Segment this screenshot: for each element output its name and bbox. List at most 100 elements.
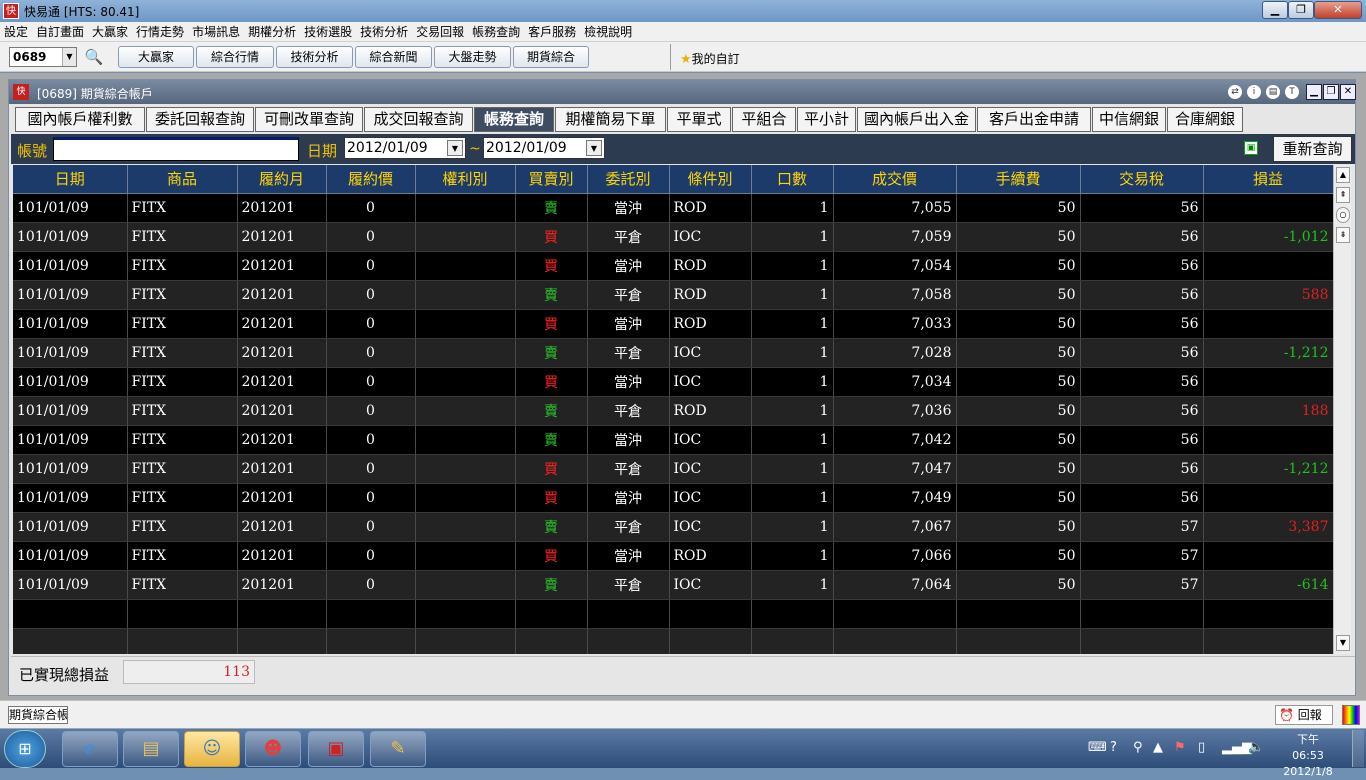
column-header[interactable]: 買賣別 <box>515 165 588 194</box>
restore-button[interactable]: ❐ <box>1288 1 1314 19</box>
tab-0[interactable]: 國內帳戶權利數 <box>15 107 145 132</box>
menu-item[interactable]: 檢視說明 <box>580 22 636 42</box>
text-icon[interactable]: T <box>1285 85 1299 99</box>
system-clock[interactable]: 下午 06:53 2012/1/8 <box>1280 732 1336 780</box>
menu-item[interactable]: 客戶服務 <box>524 22 580 42</box>
toolbar-button[interactable]: 綜合行情 <box>196 46 274 68</box>
tab-5[interactable]: 期權簡易下單 <box>555 107 666 132</box>
window-restore-button[interactable]: ❐ <box>1323 84 1339 100</box>
chevron-down-icon[interactable]: ▼ <box>447 140 463 156</box>
report-button[interactable]: ⏰ 回報 <box>1275 705 1333 725</box>
table-row[interactable]: 101/01/09 FITX 201201 0 賣平倉 IOC 1 7,067 50 57 3,38… <box>13 512 1333 542</box>
paint-taskbar-icon[interactable]: ✎ <box>370 731 426 767</box>
column-header[interactable]: 權利別 <box>415 165 516 194</box>
column-header[interactable]: 口數 <box>751 165 834 194</box>
column-header[interactable]: 交易稅 <box>1080 165 1204 194</box>
requery-button[interactable]: 重新查詢 <box>1273 136 1352 162</box>
vertical-scrollbar[interactable]: ▲ ⇞ ○ ⇟ ▼ <box>1333 165 1351 654</box>
column-header[interactable]: 履約價 <box>326 165 416 194</box>
scroll-up-icon[interactable]: ▲ <box>1336 167 1350 183</box>
show-desktop-button[interactable] <box>1352 730 1364 767</box>
table-row[interactable]: 101/01/09 FITX 201201 0 買當沖 ROD 1 7,054 50 56 <box>13 251 1333 281</box>
window-switch-tab[interactable]: 期貨綜合帳戶 <box>8 706 68 724</box>
help-icon[interactable]: ? <box>1110 740 1117 755</box>
table-row[interactable]: 101/01/09 FITX 201201 0 賣平倉 ROD 1 7,058 50 56 588 <box>13 280 1333 310</box>
table-row[interactable]: 101/01/09 FITX 201201 0 買平倉 IOC 1 7,059 50 56 -1,0… <box>13 222 1333 252</box>
tab-7[interactable]: 平組合 <box>732 107 796 132</box>
tab-6[interactable]: 平單式 <box>667 107 731 132</box>
language-icon[interactable]: ⚲ <box>1133 740 1143 755</box>
search-icon[interactable]: 🔍 <box>84 47 104 67</box>
toolbar-button[interactable]: 綜合新聞 <box>355 46 432 68</box>
menu-item[interactable]: 交易回報 <box>412 22 468 42</box>
tab-11[interactable]: 中信網銀 <box>1092 107 1166 132</box>
link-icon[interactable]: ⇄ <box>1228 85 1242 99</box>
scroll-page-down-icon[interactable]: ⇟ <box>1336 227 1350 243</box>
favorites-link[interactable]: ★我的自訂 <box>680 50 740 67</box>
chevron-down-icon[interactable]: ▼ <box>62 48 76 66</box>
menu-item[interactable]: 市場訊息 <box>188 22 244 42</box>
menu-item[interactable]: 帳務查詢 <box>468 22 524 42</box>
table-row[interactable]: 101/01/09 FITX 201201 0 買當沖 IOC 1 7,034 50 56 <box>13 367 1333 397</box>
column-header[interactable]: 條件別 <box>669 165 752 194</box>
close-button[interactable]: ✕ <box>1314 1 1362 19</box>
toolbar-button[interactable]: 大贏家 <box>118 46 194 68</box>
menu-item[interactable]: 自訂畫面 <box>32 22 88 42</box>
menu-item[interactable]: 設定 <box>0 22 32 42</box>
table-row[interactable] <box>13 599 1333 629</box>
table-row[interactable] <box>13 628 1333 654</box>
menu-item[interactable]: 技術選股 <box>300 22 356 42</box>
tab-3[interactable]: 成交回報查詢 <box>364 107 473 132</box>
scroll-down-icon[interactable]: ▼ <box>1336 635 1350 651</box>
tab-10[interactable]: 客戶出金申請 <box>977 107 1091 132</box>
column-header[interactable]: 履約月 <box>237 165 327 194</box>
column-header[interactable]: 日期 <box>13 165 128 194</box>
toolbar-button[interactable]: 期貨綜合 <box>513 46 589 68</box>
menu-item[interactable]: 大贏家 <box>88 22 132 42</box>
tab-8[interactable]: 平小計 <box>797 107 856 132</box>
table-row[interactable]: 101/01/09 FITX 201201 0 買當沖 ROD 1 7,066 50 57 <box>13 541 1333 571</box>
table-row[interactable]: 101/01/09 FITX 201201 0 賣當沖 IOC 1 7,042 50 56 <box>13 425 1333 455</box>
start-button[interactable]: ⊞ <box>4 730 46 768</box>
column-header[interactable]: 手續費 <box>956 165 1081 194</box>
menu-item[interactable]: 期權分析 <box>244 22 300 42</box>
column-header[interactable]: 委託別 <box>587 165 670 194</box>
table-row[interactable]: 101/01/09 FITX 201201 0 買當沖 IOC 1 7,049 50 56 <box>13 483 1333 513</box>
column-header[interactable]: 成交價 <box>833 165 957 194</box>
keyboard-icon[interactable]: ⌨ <box>1088 740 1107 755</box>
account-input[interactable] <box>53 137 299 161</box>
info-icon[interactable]: i <box>1247 85 1261 99</box>
table-row[interactable]: 101/01/09 FITX 201201 0 買平倉 IOC 1 7,047 50 56 -1,2… <box>13 454 1333 484</box>
window-close-button[interactable]: ✕ <box>1340 84 1356 100</box>
flag-icon[interactable]: ⚑ <box>1174 740 1186 755</box>
table-row[interactable]: 101/01/09 FITX 201201 0 賣平倉 IOC 1 7,064 50 57 -614 <box>13 570 1333 600</box>
chevron-down-icon[interactable]: ▼ <box>586 140 602 156</box>
stock-code-combo[interactable]: 0689 ▼ <box>9 47 77 67</box>
explorer-taskbar-icon[interactable]: ▤ <box>123 731 179 767</box>
print-icon[interactable]: ▤ <box>1266 85 1280 99</box>
game-taskbar-icon[interactable]: ☻ <box>245 731 301 767</box>
color-palette-icon[interactable] <box>1342 705 1360 725</box>
tab-9[interactable]: 國內帳戶出入金 <box>857 107 976 132</box>
window-minimize-button[interactable]: ▁ <box>1306 84 1322 100</box>
column-header[interactable]: 商品 <box>127 165 238 194</box>
date-from-picker[interactable]: 2012/01/09 ▼ <box>344 137 466 159</box>
ie-taskbar-icon[interactable]: ℯ <box>62 731 118 767</box>
tab-4[interactable]: 帳務查詢 <box>474 107 554 132</box>
table-row[interactable]: 101/01/09 FITX 201201 0 賣當沖 ROD 1 7,055 50 56 <box>13 193 1333 223</box>
minimize-button[interactable]: ▁ <box>1262 1 1288 19</box>
tab-2[interactable]: 可刪改單查詢 <box>255 107 363 132</box>
menu-item[interactable]: 技術分析 <box>356 22 412 42</box>
messenger-taskbar-icon[interactable]: ☺ <box>184 731 240 767</box>
date-to-picker[interactable]: 2012/01/09 ▼ <box>483 137 605 159</box>
tab-1[interactable]: 委託回報查詢 <box>146 107 254 132</box>
tray-expand-icon[interactable]: ▲ <box>1153 740 1163 755</box>
volume-icon[interactable]: 🔈 <box>1248 740 1264 755</box>
table-row[interactable]: 101/01/09 FITX 201201 0 買當沖 ROD 1 7,033 50 56 <box>13 309 1333 339</box>
export-icon[interactable]: ▣ <box>1244 141 1258 155</box>
menu-item[interactable]: 行情走勢 <box>132 22 188 42</box>
toolbar-button[interactable]: 技術分析 <box>276 46 353 68</box>
table-row[interactable]: 101/01/09 FITX 201201 0 賣平倉 ROD 1 7,036 50 56 188 <box>13 396 1333 426</box>
trading-app-taskbar-icon[interactable]: ▣ <box>308 731 364 767</box>
toolbar-button[interactable]: 大盤走勢 <box>434 46 511 68</box>
